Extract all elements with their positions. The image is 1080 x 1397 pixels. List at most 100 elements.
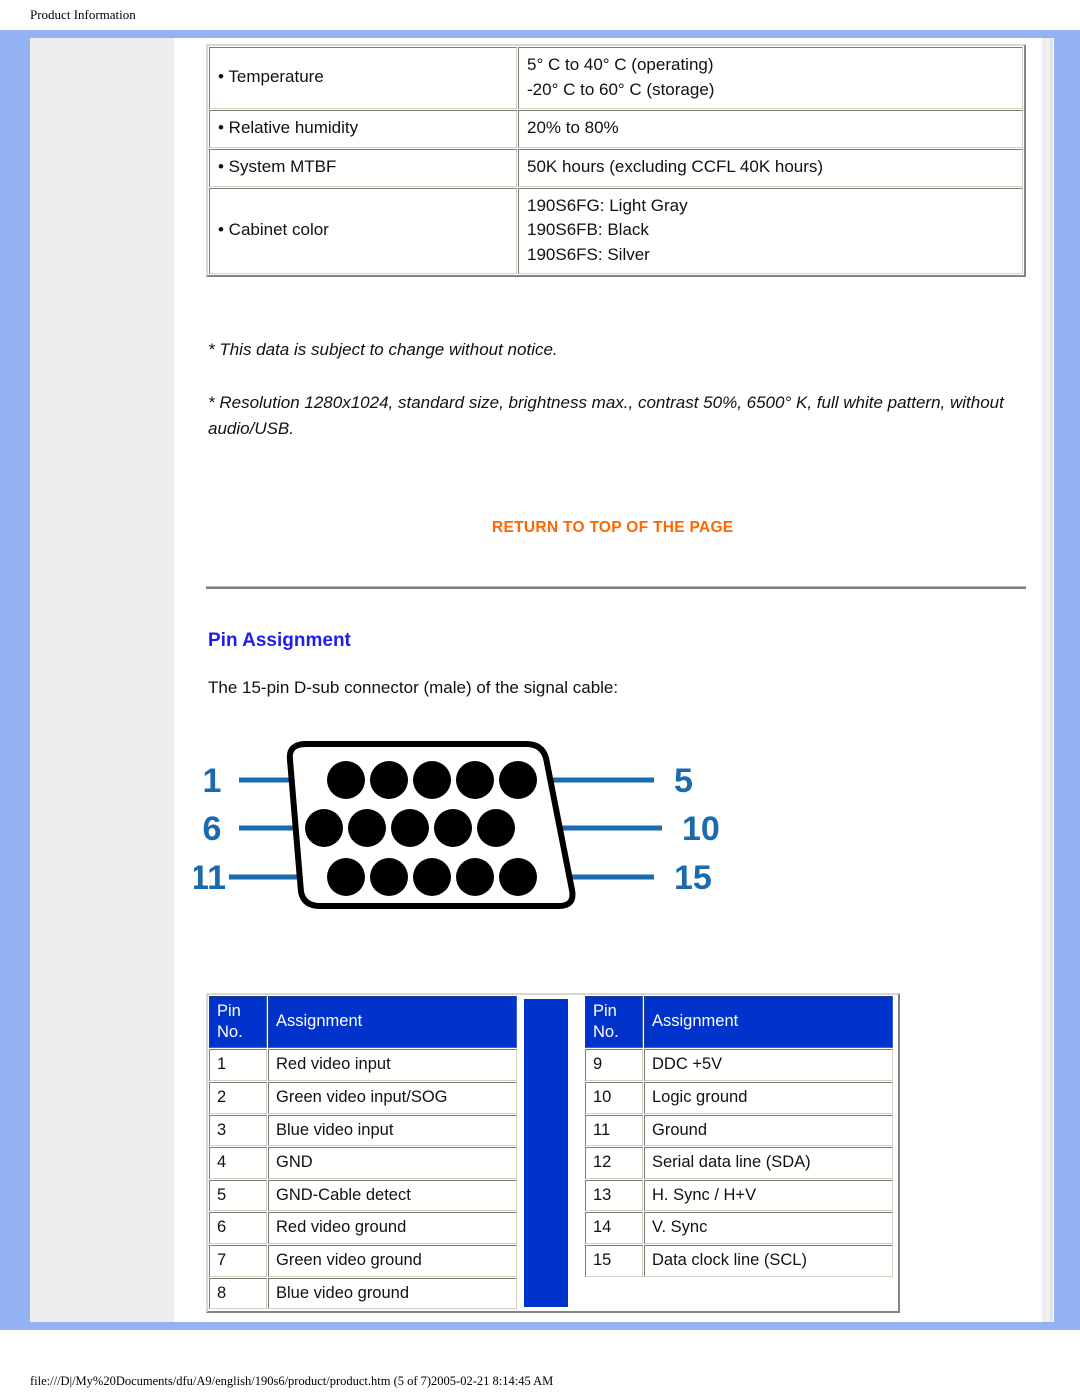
pin-assignment-value: V. Sync <box>644 1212 893 1244</box>
print-page-footer: file:///D|/My%20Documents/dfu/A9/english… <box>30 1374 554 1388</box>
table-row: 9 DDC +5V <box>585 1049 893 1081</box>
table-row: 1 Red video input <box>209 1049 517 1081</box>
pin-assignment-value: Blue video input <box>268 1114 517 1147</box>
page-header-title: Product Information <box>30 7 136 22</box>
pin-label-10: 10 <box>682 810 720 848</box>
page-frame: • Temperature 5° C to 40° C (operating) … <box>0 30 1080 1330</box>
pin-label-15: 15 <box>674 859 712 897</box>
pin-number: 14 <box>585 1212 643 1244</box>
section-divider <box>206 586 1026 589</box>
pin-label-1: 1 <box>203 762 222 800</box>
spec-label: • System MTBF <box>209 148 517 187</box>
table-row: 12 Serial data line (SDA) <box>585 1147 893 1179</box>
spec-value-line: 5° C to 40° C (operating) <box>527 55 714 74</box>
pin-label-11: 11 <box>194 859 226 897</box>
pin-no-line1: Pin <box>593 1002 617 1020</box>
pin-row-middle <box>305 809 515 847</box>
pin-number: 6 <box>209 1212 267 1244</box>
table-row: 15 Data clock line (SCL) <box>585 1245 893 1277</box>
pin-number: 1 <box>209 1049 267 1081</box>
pin-assignment-value: GND <box>268 1147 517 1179</box>
table-row: • Relative humidity 20% to 80% <box>209 110 1023 148</box>
pin-label-5: 5 <box>674 762 693 800</box>
pin-assignment-value: H. Sync / H+V <box>644 1179 893 1212</box>
pin-assignment-value: Red video ground <box>268 1212 517 1244</box>
pin-assignment-value: Blue video ground <box>268 1277 517 1310</box>
page-title: Pin Assignment <box>208 630 351 651</box>
spec-label: • Relative humidity <box>209 110 517 148</box>
table-row: 8 Blue video ground <box>209 1277 517 1310</box>
pin-label-6: 6 <box>203 810 222 848</box>
spec-value: 190S6FG: Light Gray 190S6FB: Black 190S6… <box>518 187 1023 275</box>
tables-divider-cell <box>518 995 584 1311</box>
return-to-top-link[interactable]: RETURN TO TOP OF THE PAGE <box>492 519 733 537</box>
pin-table-left: Pin No. Assignment 1 Red video input 2 G… <box>208 995 518 1310</box>
pin-no-line2: No. <box>593 1022 619 1041</box>
left-nav-column <box>30 38 174 1322</box>
spec-value: 20% to 80% <box>518 110 1023 148</box>
spec-value-line: 190S6FB: Black <box>527 220 649 240</box>
blue-divider-bar <box>524 999 568 1307</box>
footnote-data-change: * This data is subject to change without… <box>208 340 558 359</box>
column-header-pin-no: Pin No. <box>585 996 643 1049</box>
table-header-row: Pin No. Assignment <box>585 996 893 1049</box>
column-header-pin-no: Pin No. <box>209 996 267 1049</box>
pin-number: 10 <box>585 1081 643 1114</box>
print-page-header: Product Information <box>0 0 1080 30</box>
column-header-assignment: Assignment <box>268 996 517 1049</box>
pin-number: 9 <box>585 1049 643 1081</box>
table-row: 3 Blue video input <box>209 1114 517 1147</box>
pin-number: 13 <box>585 1179 643 1212</box>
pin-number: 5 <box>209 1179 267 1212</box>
spec-label: • Temperature <box>209 47 517 110</box>
spec-value-line: 50K hours (excluding CCFL 40K hours) <box>527 156 824 176</box>
pin-table-left-cell: Pin No. Assignment 1 Red video input 2 G… <box>208 995 518 1311</box>
spec-value: 50K hours (excluding CCFL 40K hours) <box>518 148 1023 187</box>
pin-number: 8 <box>209 1277 267 1310</box>
pin-number: 2 <box>209 1081 267 1114</box>
table-row: 13 H. Sync / H+V <box>585 1179 893 1212</box>
table-row: • Cabinet color 190S6FG: Light Gray 190S… <box>209 187 1023 275</box>
pin-number: 4 <box>209 1147 267 1179</box>
spec-value-line: 190S6FG: Light Gray <box>527 195 688 215</box>
pin-number: 3 <box>209 1114 267 1147</box>
pin-assignment-value: Logic ground <box>644 1081 893 1114</box>
pin-assignment-value: Red video input <box>268 1049 517 1081</box>
table-row: 2 Green video input/SOG <box>209 1081 517 1114</box>
specifications-table: • Temperature 5° C to 40° C (operating) … <box>206 44 1026 278</box>
section-intro-text: The 15-pin D-sub connector (male) of the… <box>208 678 619 697</box>
spec-label: • Cabinet color <box>209 187 517 275</box>
table-row: • Temperature 5° C to 40° C (operating) … <box>209 47 1023 110</box>
table-row: 11 Ground <box>585 1114 893 1147</box>
footnote-resolution: * Resolution 1280x1024, standard size, b… <box>208 393 1004 438</box>
pin-assignment-value: Green video ground <box>268 1245 517 1277</box>
table-row: 6 Red video ground <box>209 1212 517 1244</box>
table-header-row: Pin No. Assignment <box>209 996 517 1049</box>
pin-no-line1: Pin <box>217 1002 241 1020</box>
table-row: • System MTBF 50K hours (excluding CCFL … <box>209 148 1023 187</box>
pin-assignment-value: GND-Cable detect <box>268 1179 517 1212</box>
pin-no-line2: No. <box>217 1022 243 1041</box>
pin-assignment-value: Data clock line (SCL) <box>644 1245 893 1277</box>
pin-number: 7 <box>209 1245 267 1277</box>
table-row: 5 GND-Cable detect <box>209 1179 517 1212</box>
column-header-assignment: Assignment <box>644 996 893 1049</box>
pin-assignment-value: Green video input/SOG <box>268 1081 517 1114</box>
pin-assignment-value: DDC +5V <box>644 1049 893 1081</box>
pin-table-right-cell: Pin No. Assignment 9 DDC +5V 10 Logic gr… <box>584 995 894 1311</box>
pin-assignment-value: Ground <box>644 1114 893 1147</box>
document-card: • Temperature 5° C to 40° C (operating) … <box>30 38 1054 1322</box>
pin-assignment-tables: Pin No. Assignment 1 Red video input 2 G… <box>206 993 900 1313</box>
pin-row-top <box>327 761 537 799</box>
pin-number: 11 <box>585 1114 643 1147</box>
dsub-connector-diagram: 1 6 11 5 10 15 <box>194 741 720 909</box>
spec-value: 5° C to 40° C (operating) -20° C to 60° … <box>518 47 1023 110</box>
table-row: 7 Green video ground <box>209 1245 517 1277</box>
pin-number: 12 <box>585 1147 643 1179</box>
pin-number: 15 <box>585 1245 643 1277</box>
main-content: • Temperature 5° C to 40° C (operating) … <box>174 38 1040 1322</box>
table-row: 14 V. Sync <box>585 1212 893 1244</box>
pin-assignment-value: Serial data line (SDA) <box>644 1147 893 1179</box>
pin-row-bottom <box>327 858 537 896</box>
vertical-scrollbar[interactable] <box>1040 38 1053 1322</box>
